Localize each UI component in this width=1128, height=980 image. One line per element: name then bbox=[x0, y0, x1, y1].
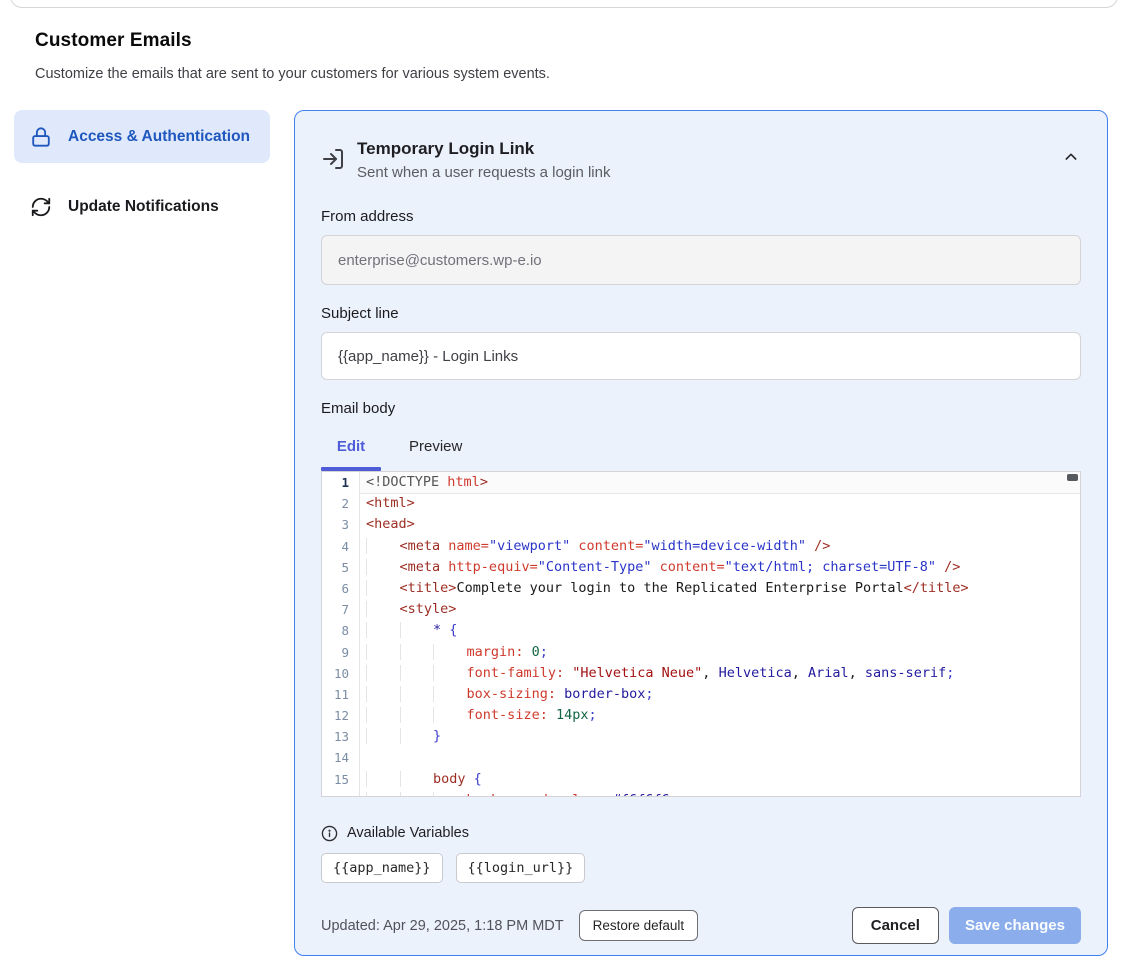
log-in-icon bbox=[321, 147, 345, 171]
editor-line: 14 bbox=[322, 747, 1080, 768]
code-line-content: margin: 0; bbox=[360, 642, 1080, 663]
updated-timestamp: Updated: Apr 29, 2025, 1:18 PM MDT bbox=[321, 918, 564, 934]
cancel-button[interactable]: Cancel bbox=[852, 907, 939, 944]
code-line-content: <meta http-equiv="Content-Type" content=… bbox=[360, 557, 1080, 578]
previous-card-bottom-edge bbox=[10, 0, 1118, 8]
line-number: 11 bbox=[322, 684, 360, 705]
code-line-content: body { bbox=[360, 769, 1080, 790]
email-settings-card: Temporary Login Link Sent when a user re… bbox=[294, 110, 1108, 956]
code-editor[interactable]: 1<!DOCTYPE html>2<html>3<head>4 <meta na… bbox=[321, 471, 1081, 797]
sidebar-item-label: Access & Authentication bbox=[68, 125, 250, 148]
available-variables-label: Available Variables bbox=[347, 825, 469, 841]
sidebar-item-update-notifications[interactable]: Update Notifications bbox=[14, 180, 270, 233]
editor-line: 6 <title>Complete your login to the Repl… bbox=[322, 578, 1080, 599]
line-number: 16 bbox=[322, 790, 360, 797]
line-number: 9 bbox=[322, 642, 360, 663]
code-line-content: <head> bbox=[360, 514, 1080, 535]
from-address-input[interactable] bbox=[321, 235, 1081, 285]
restore-default-button[interactable]: Restore default bbox=[579, 910, 699, 941]
card-subtitle: Sent when a user requests a login link bbox=[357, 161, 610, 184]
code-line-content: <!DOCTYPE html> bbox=[360, 472, 1080, 493]
line-number: 6 bbox=[322, 578, 360, 599]
editor-line: 16 background-color: #f6f6f6; bbox=[322, 790, 1080, 797]
lock-icon bbox=[30, 126, 52, 148]
code-line-content: box-sizing: border-box; bbox=[360, 684, 1080, 705]
code-line-content: } bbox=[360, 726, 1080, 747]
chevron-up-icon[interactable] bbox=[1063, 149, 1079, 165]
card-footer: Updated: Apr 29, 2025, 1:18 PM MDT Resto… bbox=[321, 907, 1081, 944]
email-body-tabs: Edit Preview bbox=[321, 435, 1081, 471]
code-line-content: * { bbox=[360, 620, 1080, 641]
line-number: 7 bbox=[322, 599, 360, 620]
editor-line: 2<html> bbox=[322, 493, 1080, 514]
tab-preview[interactable]: Preview bbox=[395, 435, 476, 455]
info-icon[interactable] bbox=[321, 825, 338, 842]
refresh-icon bbox=[30, 196, 52, 218]
page-title: Customer Emails bbox=[35, 30, 192, 52]
variable-chips: {{app_name}} {{login_url}} bbox=[321, 853, 1081, 883]
from-address-label: From address bbox=[321, 208, 1081, 227]
card-header: Temporary Login Link Sent when a user re… bbox=[321, 137, 1081, 184]
code-line-content: <style> bbox=[360, 599, 1080, 620]
sidebar: Access & Authentication Update Notificati… bbox=[14, 110, 270, 233]
tab-edit[interactable]: Edit bbox=[321, 435, 381, 455]
email-body-label: Email body bbox=[321, 400, 1081, 419]
sidebar-item-label: Update Notifications bbox=[68, 195, 219, 218]
line-number: 5 bbox=[322, 557, 360, 578]
available-variables-header: Available Variables bbox=[321, 823, 1081, 843]
editor-line: 15 body { bbox=[322, 769, 1080, 790]
editor-line: 12 font-size: 14px; bbox=[322, 705, 1080, 726]
variable-chip-login_url[interactable]: {{login_url}} bbox=[456, 853, 586, 883]
save-changes-button[interactable]: Save changes bbox=[949, 907, 1081, 944]
code-line-content: background-color: #f6f6f6; bbox=[360, 790, 1080, 797]
page-subtitle: Customize the emails that are sent to yo… bbox=[35, 66, 550, 82]
code-line-content: <html> bbox=[360, 493, 1080, 514]
code-line-content: font-family: "Helvetica Neue", Helvetica… bbox=[360, 663, 1080, 684]
editor-line: 5 <meta http-equiv="Content-Type" conten… bbox=[322, 557, 1080, 578]
subject-line-input[interactable] bbox=[321, 332, 1081, 380]
code-line-content: <meta name="viewport" content="width=dev… bbox=[360, 536, 1080, 557]
line-number: 1 bbox=[322, 472, 360, 493]
code-line-content: <title>Complete your login to the Replic… bbox=[360, 578, 1080, 599]
editor-line: 1<!DOCTYPE html> bbox=[322, 472, 1080, 493]
line-number: 12 bbox=[322, 705, 360, 726]
editor-line: 10 font-family: "Helvetica Neue", Helvet… bbox=[322, 663, 1080, 684]
line-number: 13 bbox=[322, 726, 360, 747]
code-line-content bbox=[360, 747, 1080, 768]
line-number: 10 bbox=[322, 663, 360, 684]
line-number: 15 bbox=[322, 769, 360, 790]
sidebar-item-access-authentication[interactable]: Access & Authentication bbox=[14, 110, 270, 163]
editor-line: 11 box-sizing: border-box; bbox=[322, 684, 1080, 705]
editor-line: 7 <style> bbox=[322, 599, 1080, 620]
code-line-content: font-size: 14px; bbox=[360, 705, 1080, 726]
editor-line: 3<head> bbox=[322, 514, 1080, 535]
variable-chip-app_name[interactable]: {{app_name}} bbox=[321, 853, 443, 883]
editor-line: 13 } bbox=[322, 726, 1080, 747]
line-number: 14 bbox=[322, 747, 360, 768]
line-number: 8 bbox=[322, 620, 360, 641]
editor-line: 4 <meta name="viewport" content="width=d… bbox=[322, 536, 1080, 557]
line-number: 3 bbox=[322, 514, 360, 535]
card-title: Temporary Login Link bbox=[357, 137, 610, 161]
editor-line: 8 * { bbox=[322, 620, 1080, 641]
line-number: 2 bbox=[322, 493, 360, 514]
editor-scrollbar-thumb[interactable] bbox=[1067, 474, 1078, 481]
editor-line: 9 margin: 0; bbox=[322, 642, 1080, 663]
subject-line-label: Subject line bbox=[321, 305, 1081, 324]
line-number: 4 bbox=[322, 536, 360, 557]
active-tab-underline bbox=[321, 467, 381, 471]
